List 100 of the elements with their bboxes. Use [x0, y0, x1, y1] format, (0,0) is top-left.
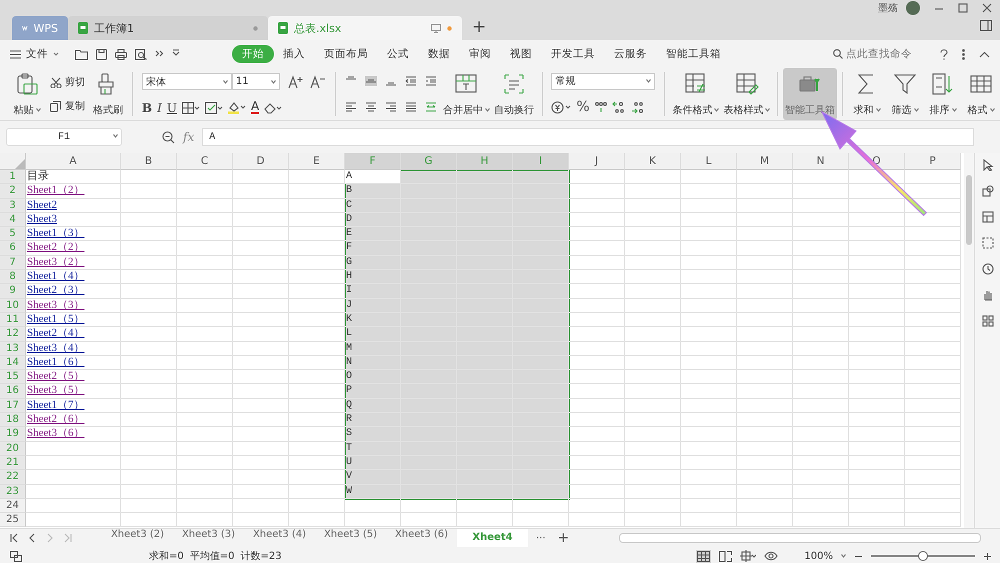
row-header[interactable]: 25	[0, 513, 26, 528]
avatar[interactable]	[906, 1, 920, 15]
apps-icon[interactable]	[982, 315, 994, 327]
indent-decrease-icon[interactable]	[404, 76, 417, 86]
font-grow-icon[interactable]	[288, 74, 304, 89]
close-icon[interactable]	[982, 3, 992, 13]
preview-icon[interactable]	[135, 48, 147, 60]
ribbon-button[interactable]: 格式刷	[89, 68, 127, 120]
ribbon-button[interactable]: 智能工具箱	[783, 68, 838, 120]
page-break-icon[interactable]	[719, 550, 732, 562]
sheet-tab[interactable]: Xheet3 (6)	[386, 529, 457, 547]
collapse-icon[interactable]	[979, 50, 990, 58]
eraser-icon[interactable]	[264, 102, 282, 114]
decimal-decrease-icon[interactable]	[630, 100, 645, 114]
sheet-link[interactable]: Sheet1（4）	[26, 270, 84, 284]
document-tab[interactable]: 工作簿1	[68, 16, 268, 40]
currency-icon[interactable]	[551, 100, 572, 114]
sheet-link[interactable]: Sheet3（5）	[26, 384, 84, 399]
zoom-in-icon[interactable]	[983, 552, 992, 560]
column-header[interactable]: L	[681, 153, 737, 170]
ribbon-button[interactable]: 求和	[848, 68, 886, 120]
page-layout-icon[interactable]	[740, 550, 756, 562]
menu-tab[interactable]: 云服务	[614, 45, 647, 63]
align-middle-icon[interactable]	[364, 76, 377, 86]
number-format-select[interactable]: 常规	[551, 72, 656, 90]
sheet-link[interactable]: Sheet2（3）	[26, 284, 84, 299]
format-panel-icon[interactable]	[982, 211, 994, 223]
print-icon[interactable]	[115, 48, 127, 60]
new-tab-button[interactable]: +	[462, 17, 496, 40]
save-icon[interactable]	[96, 48, 107, 60]
row-header[interactable]: 24	[0, 498, 26, 514]
menu-tab[interactable]: 审阅	[469, 45, 491, 63]
menu-tab[interactable]: 智能工具箱	[666, 45, 721, 63]
column-header[interactable]: D	[233, 153, 289, 170]
align-center-icon[interactable]	[364, 102, 377, 112]
format-toggle[interactable]: B	[142, 100, 152, 115]
selection-icon[interactable]	[982, 237, 994, 249]
indent-increase-icon[interactable]	[424, 76, 437, 86]
sheet-link[interactable]: Sheet1（2）	[26, 184, 84, 199]
pointer-icon[interactable]	[982, 159, 994, 171]
fill-format-icon[interactable]	[204, 102, 223, 114]
horizontal-scrollbar[interactable]	[619, 533, 982, 543]
distributed-icon[interactable]	[424, 102, 437, 112]
column-header[interactable]: E	[289, 153, 345, 170]
help-icon[interactable]	[940, 48, 948, 60]
sheet-link[interactable]: Sheet2	[26, 198, 57, 213]
sheet-tab[interactable]: Xheet3 (2)	[102, 529, 173, 547]
ribbon-button[interactable]: 复制	[50, 99, 85, 113]
search-field[interactable]: 点此查找命令	[833, 48, 920, 60]
slider-thumb[interactable]	[918, 551, 928, 561]
shapes-icon[interactable]	[982, 185, 994, 197]
sheet-link[interactable]: Sheet1（6）	[26, 356, 84, 370]
justify-icon[interactable]	[404, 102, 417, 112]
sheet-link[interactable]: Sheet3	[26, 212, 57, 228]
file-menu[interactable]: 文件	[10, 47, 59, 61]
align-left-icon[interactable]	[344, 102, 357, 112]
format-toggle[interactable]: I	[157, 100, 162, 115]
menu-tab[interactable]: 视图	[510, 45, 532, 63]
sheet-tab[interactable]: Xheet4	[457, 529, 528, 547]
sheet-tab[interactable]: Xheet3 (3)	[173, 529, 244, 547]
percent-button[interactable]: %	[576, 99, 590, 116]
sheet-link[interactable]: Sheet2（2）	[26, 241, 84, 256]
menu-tab[interactable]: 页面布局	[324, 45, 368, 63]
menu-tab[interactable]: 数据	[428, 45, 450, 63]
more-icon[interactable]	[155, 48, 164, 58]
sheet-link[interactable]: Sheet1（5）	[26, 312, 84, 328]
sheet-link[interactable]: Sheet1（3）	[26, 227, 84, 242]
ribbon-button[interactable]: 条件格式	[670, 68, 722, 120]
zoom-formula-icon[interactable]	[162, 130, 175, 144]
thousands-icon[interactable]	[594, 100, 607, 114]
font-color-button[interactable]: A	[250, 101, 260, 114]
font-shrink-icon[interactable]	[310, 74, 326, 89]
ribbon-button[interactable]: 排序	[924, 68, 962, 120]
decimal-increase-icon[interactable]	[612, 100, 626, 114]
folder-icon[interactable]	[75, 48, 88, 60]
caret-icon[interactable]	[841, 554, 846, 558]
column-header[interactable]: N	[793, 153, 849, 170]
column-header[interactable]: K	[625, 153, 681, 170]
menu-tab[interactable]: 开发工具	[551, 45, 595, 63]
format-toggle[interactable]: U	[166, 100, 177, 115]
column-header[interactable]: P	[905, 153, 961, 170]
sheet-link[interactable]: Sheet2（5）	[26, 370, 84, 384]
menu-tab[interactable]: 公式	[387, 45, 409, 63]
column-header[interactable]: A	[26, 153, 121, 170]
customize-icon[interactable]	[172, 48, 180, 56]
column-header[interactable]: B	[121, 153, 177, 170]
ribbon-button[interactable]: 剪切	[50, 75, 85, 89]
ribbon-button[interactable]: 表格样式	[721, 68, 772, 120]
formula-field[interactable]: A	[202, 128, 974, 146]
sheet-link[interactable]: Sheet3（4）	[26, 342, 84, 356]
borders-icon[interactable]	[182, 102, 200, 114]
fill-color-icon[interactable]	[228, 101, 246, 114]
sheet-link[interactable]: Sheet1（7）	[26, 398, 84, 414]
sheet-link[interactable]: Sheet3（2）	[26, 256, 84, 270]
maximize-icon[interactable]	[958, 3, 968, 13]
column-header[interactable]: M	[737, 153, 793, 170]
sheet-tab[interactable]: Xheet3 (4)	[244, 529, 315, 547]
previous-sheet-icon[interactable]	[28, 533, 36, 543]
sheet-tab[interactable]: Xheet3 (5)	[315, 529, 386, 547]
column-header[interactable]: C	[177, 153, 233, 170]
